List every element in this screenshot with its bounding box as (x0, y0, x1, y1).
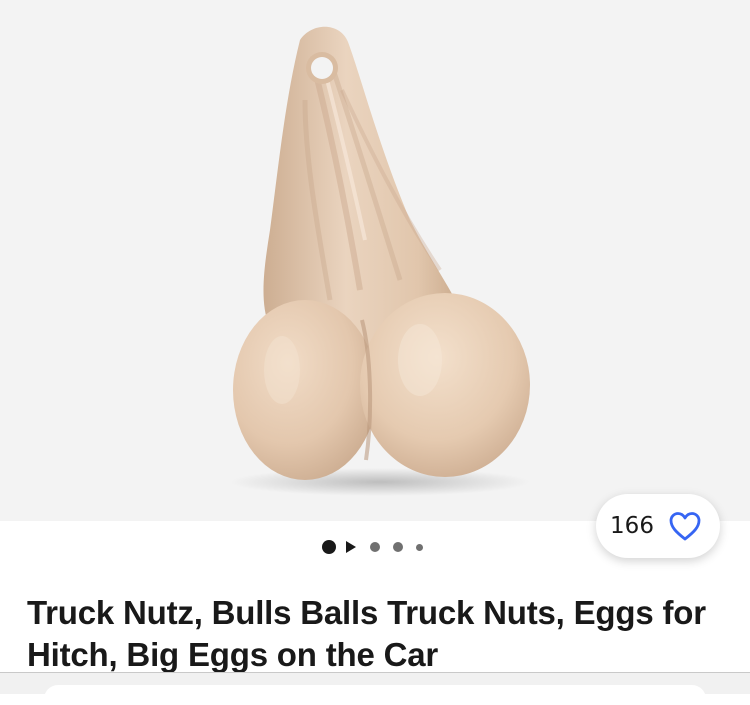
carousel-dot-active[interactable] (322, 540, 336, 554)
carousel-dot[interactable] (370, 542, 380, 552)
play-icon[interactable] (346, 541, 356, 553)
carousel-dot[interactable] (393, 542, 403, 552)
carousel-indicator[interactable] (322, 539, 423, 555)
image-gallery[interactable] (0, 0, 750, 521)
product-image[interactable] (0, 0, 750, 521)
carousel-dot[interactable] (416, 543, 423, 551)
bottom-sheet-card[interactable] (44, 685, 706, 705)
watch-button[interactable]: 166 (596, 494, 720, 558)
product-title: Truck Nutz, Bulls Balls Truck Nuts, Eggs… (27, 594, 706, 673)
bottom-bar (0, 672, 750, 705)
heart-icon (669, 512, 701, 541)
watch-count: 166 (610, 513, 654, 539)
